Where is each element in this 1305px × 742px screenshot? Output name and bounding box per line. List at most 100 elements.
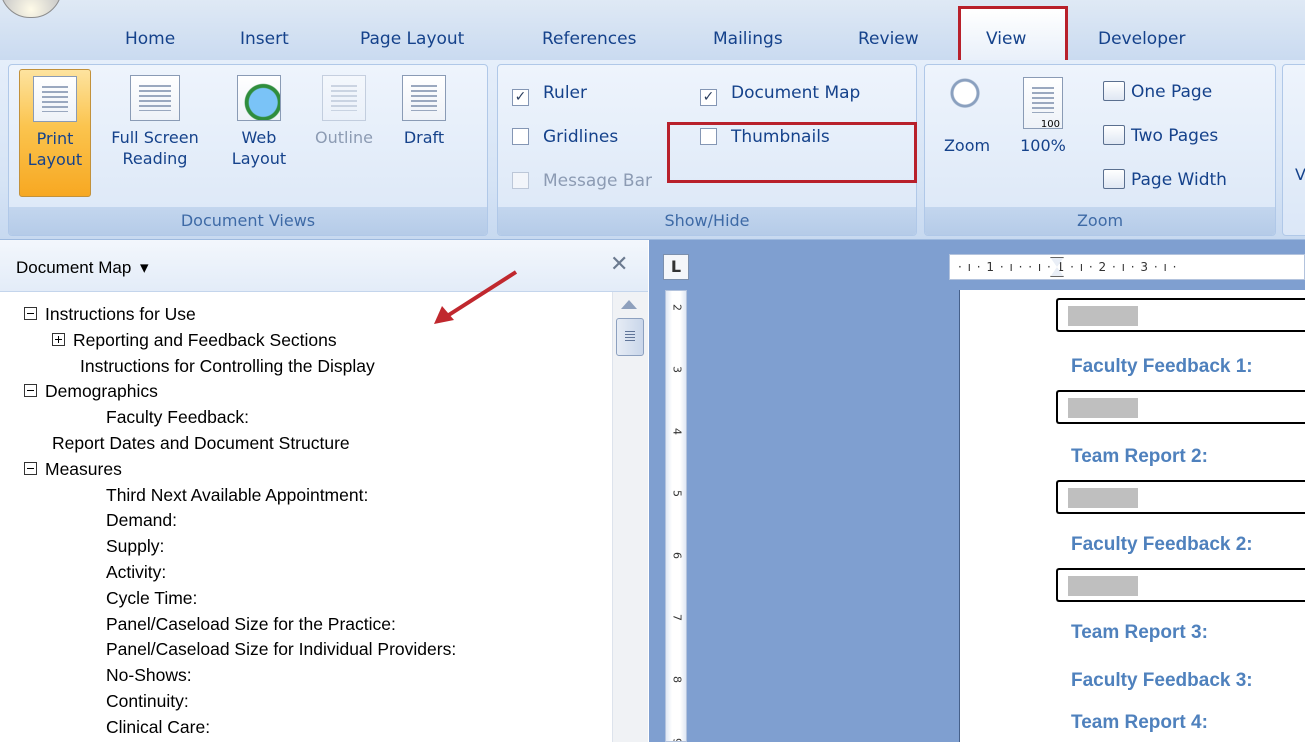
message-bar-label: Message Bar (543, 171, 652, 191)
close-icon[interactable]: ✕ (610, 252, 628, 277)
vertical-ruler-tick: 7 (670, 614, 684, 621)
message-bar-check-mark (512, 172, 529, 189)
web-layout-label-2: Layout (231, 149, 287, 168)
tree-item-label: Panel/Caseload Size for Individual Provi… (106, 639, 457, 660)
tree-item[interactable]: Reporting and Feedback Sections (52, 328, 337, 353)
one-page-button[interactable]: One Page (1103, 77, 1212, 107)
form-field-shading (1068, 488, 1138, 508)
scroll-up-arrow-icon[interactable] (621, 300, 637, 309)
draft-label: Draft (403, 128, 445, 147)
vertical-ruler-tick: 8 (670, 676, 684, 683)
form-field[interactable] (1056, 390, 1305, 424)
zoom-button[interactable]: Zoom (935, 77, 999, 156)
document-map-title-dropdown[interactable]: Document Map ▾ (16, 258, 149, 278)
tree-item[interactable]: Panel/Caseload Size for Individual Provi… (106, 637, 456, 662)
tree-item[interactable]: Faculty Feedback: (106, 405, 249, 430)
scroll-thumb[interactable] (616, 318, 644, 356)
document-area: L · ı · 1 · ı · · ı · 1 · ı · 2 · ı · 3 … (649, 240, 1305, 742)
vertical-ruler-tick: 5 (670, 490, 684, 497)
tree-item[interactable]: Report Dates and Document Structure (52, 431, 350, 456)
ribbon-tab-strip: Home Insert Page Layout References Maili… (0, 0, 1305, 66)
tree-item-label: No-Shows: (106, 665, 192, 686)
draft-button[interactable]: Draft (393, 75, 455, 148)
tab-insert[interactable]: Insert (240, 26, 289, 52)
tab-page-layout[interactable]: Page Layout (360, 26, 464, 52)
ribbon: Print Layout Full Screen Reading Web Lay… (0, 60, 1305, 240)
tab-selector[interactable]: L (663, 254, 689, 280)
zoom-group: Zoom 100 100% One Page Two Pages Page Wi… (924, 64, 1276, 236)
tab-review[interactable]: Review (858, 26, 919, 52)
tree-item[interactable]: Measures (24, 457, 122, 482)
form-field[interactable] (1056, 480, 1305, 514)
collapse-icon[interactable] (24, 461, 37, 475)
zoom-100-icon: 100 (1023, 77, 1063, 130)
tree-item-label: Clinical Care: (106, 716, 211, 737)
tree-item[interactable]: Clinical Care: (106, 715, 210, 740)
document-map-title: Document Map (16, 258, 132, 277)
message-bar-checkbox[interactable]: Message Bar (512, 169, 652, 193)
ruler-checkbox[interactable]: ✓ Ruler (512, 81, 587, 106)
tree-item-label: Demand: (106, 510, 178, 531)
tree-item[interactable]: Activity: (106, 560, 166, 585)
document-map-scrollbar[interactable] (612, 292, 648, 742)
tree-item[interactable]: Demographics (24, 379, 158, 404)
vertical-ruler-tick: 2 (670, 304, 684, 311)
document-heading: Faculty Feedback 1: (1071, 356, 1253, 377)
tree-item[interactable]: Supply: (106, 534, 164, 559)
tree-item[interactable]: Panel/Caseload Size for the Practice: (106, 612, 396, 637)
tree-item[interactable]: Cycle Time: (106, 586, 197, 611)
collapse-icon[interactable] (24, 307, 37, 320)
form-field[interactable] (1056, 298, 1305, 332)
tab-view[interactable]: View (986, 26, 1026, 52)
zoom-label: Zoom (943, 136, 991, 155)
vertical-ruler-tick: 9 (670, 738, 684, 742)
ruler-label: Ruler (543, 83, 587, 103)
gridlines-checkbox[interactable]: Gridlines (512, 125, 618, 149)
document-page[interactable]: Faculty Feedback 1: Team Report 2: Faculty… (959, 290, 1305, 742)
zoom-100-label: 100% (1020, 136, 1066, 155)
web-layout-button[interactable]: Web Layout (231, 75, 287, 169)
document-heading: Team Report 2: (1071, 446, 1208, 467)
tab-mailings[interactable]: Mailings (713, 26, 783, 52)
two-pages-button[interactable]: Two Pages (1103, 121, 1218, 151)
tab-references[interactable]: References (542, 26, 636, 52)
one-page-icon (1103, 81, 1125, 101)
partial-button-label[interactable]: V (1295, 165, 1305, 184)
page-width-label: Page Width (1131, 170, 1227, 190)
document-heading: Faculty Feedback 2: (1071, 534, 1253, 555)
gridlines-label: Gridlines (543, 127, 619, 147)
vertical-ruler[interactable]: 2 3 4 5 6 7 8 9 (665, 290, 687, 742)
vertical-ruler-tick: 6 (670, 552, 684, 559)
tree-item-label: Reporting and Feedback Sections (73, 329, 337, 350)
window-group-partial: V (1282, 64, 1305, 236)
tree-item[interactable]: Continuity: (106, 689, 189, 714)
form-field[interactable] (1056, 568, 1305, 602)
annotation-arrow-icon (434, 270, 518, 324)
collapse-icon[interactable] (24, 384, 37, 398)
web-layout-icon (237, 75, 281, 121)
vertical-ruler-tick: 3 (670, 366, 684, 373)
zoom-100-button[interactable]: 100 100% (1013, 77, 1073, 156)
outline-label: Outline (315, 128, 373, 147)
tab-home[interactable]: Home (125, 26, 175, 52)
tree-item[interactable]: No-Shows: (106, 663, 192, 688)
chevron-down-icon: ▾ (140, 258, 149, 277)
tree-item[interactable]: Instructions for Use (24, 302, 196, 327)
print-layout-button[interactable]: Print Layout (19, 69, 91, 197)
expand-icon[interactable] (52, 332, 65, 346)
outline-button[interactable]: Outline (309, 75, 379, 148)
tree-item[interactable]: Demand: (106, 508, 177, 533)
document-map-checkbox[interactable]: ✓ Document Map (700, 81, 860, 106)
full-screen-reading-label-1: Full Screen (111, 128, 199, 147)
ruler-check-mark: ✓ (512, 89, 529, 106)
horizontal-ruler-marks: · ı · 1 · ı · · ı · 1 · ı · 2 · ı · 3 · … (958, 260, 1178, 274)
office-button[interactable] (0, 0, 62, 18)
page-width-icon (1103, 169, 1125, 189)
tree-item[interactable]: Instructions for Controlling the Display (80, 354, 375, 379)
horizontal-ruler[interactable]: · ı · 1 · ı · · ı · 1 · ı · 2 · ı · 3 · … (949, 254, 1305, 280)
tree-item[interactable]: Third Next Available Appointment: (106, 483, 368, 508)
page-width-button[interactable]: Page Width (1103, 165, 1227, 195)
tab-developer[interactable]: Developer (1098, 26, 1185, 52)
tree-item-label: Report Dates and Document Structure (52, 433, 350, 453)
full-screen-reading-button[interactable]: Full Screen Reading (107, 75, 203, 169)
